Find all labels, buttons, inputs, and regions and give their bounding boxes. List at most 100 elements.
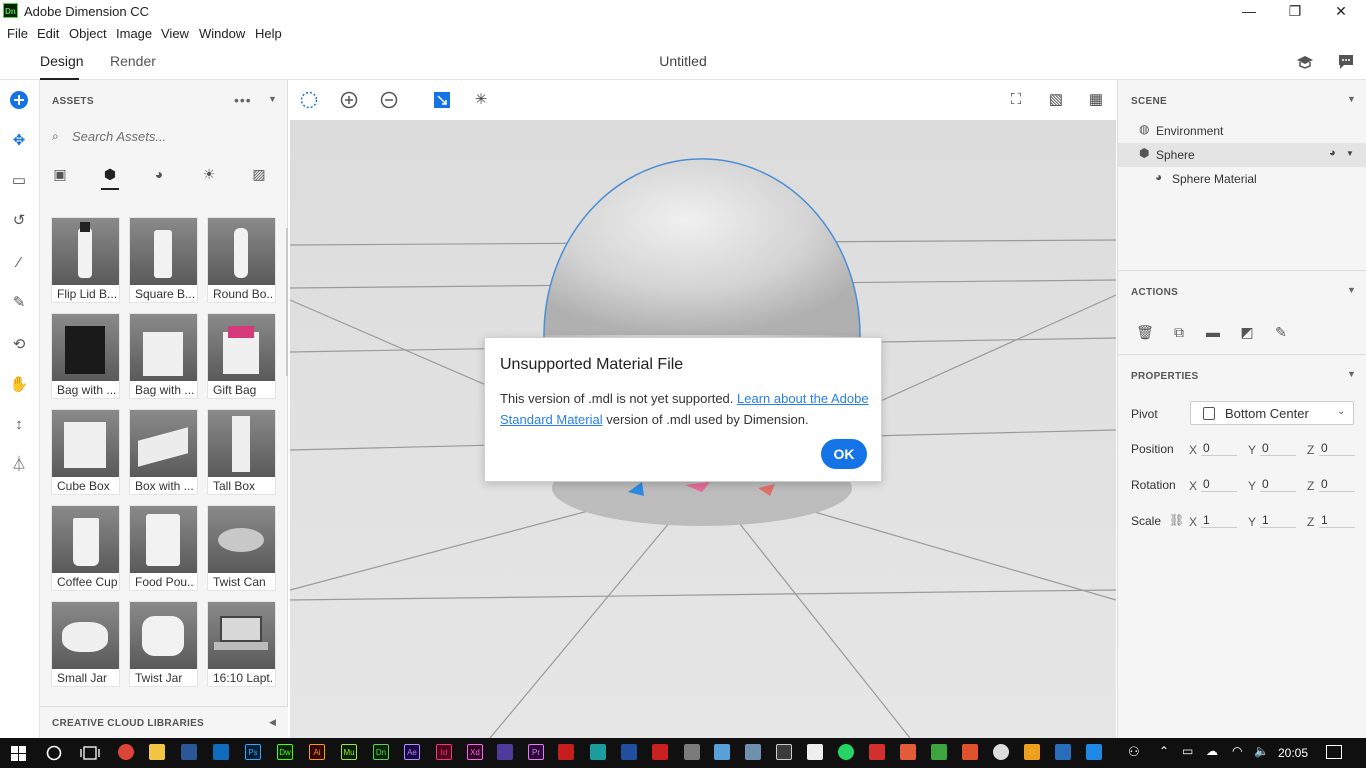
cortana-icon[interactable] bbox=[46, 745, 62, 761]
orbit-camera-icon[interactable]: ⟲ bbox=[8, 334, 30, 356]
people-icon[interactable]: ⚇ bbox=[1128, 744, 1140, 760]
maximize-button[interactable]: ❐ bbox=[1272, 0, 1318, 22]
actions-collapse-icon[interactable]: ▼ bbox=[1347, 285, 1356, 295]
add-content-icon[interactable] bbox=[10, 91, 28, 109]
menu-object[interactable]: Object bbox=[69, 26, 107, 41]
expand-icon[interactable]: ▼ bbox=[1346, 149, 1354, 158]
battery-icon[interactable]: ▭ bbox=[1182, 744, 1193, 758]
illustrator-icon[interactable]: Ai bbox=[309, 744, 325, 760]
scale-y-input[interactable]: 1 bbox=[1260, 513, 1296, 528]
app-icon-8[interactable] bbox=[869, 744, 885, 760]
app-icon-5[interactable] bbox=[684, 744, 700, 760]
position-y-input[interactable]: 0 bbox=[1260, 441, 1296, 456]
more-options-icon[interactable]: ••• bbox=[234, 92, 252, 108]
chevron-left-icon[interactable]: ◀ bbox=[269, 717, 276, 728]
images-icon[interactable]: ▨ bbox=[249, 166, 269, 186]
scene-item-sphere[interactable]: ⬢ Sphere ◕ ▼ bbox=[1118, 143, 1366, 167]
asset-tile[interactable]: Bag with ... bbox=[51, 313, 120, 399]
clock[interactable]: 20:05 bbox=[1278, 746, 1308, 760]
chevron-up-icon[interactable]: ⌃ bbox=[1159, 744, 1169, 758]
asset-tile[interactable]: Coffee Cup bbox=[51, 505, 120, 591]
rotation-y-input[interactable]: 0 bbox=[1260, 477, 1296, 492]
group-icon[interactable]: ▬ bbox=[1204, 324, 1222, 342]
app-icon-14[interactable] bbox=[1055, 744, 1071, 760]
app-icon-11[interactable] bbox=[962, 744, 978, 760]
rotation-x-input[interactable]: 0 bbox=[1201, 477, 1237, 492]
menu-file[interactable]: File bbox=[7, 26, 28, 41]
cc-libraries-bar[interactable]: CREATIVE CLOUD LIBRARIES ◀ bbox=[40, 706, 288, 738]
app-icon-12[interactable] bbox=[993, 744, 1009, 760]
wifi-icon[interactable]: ◠ bbox=[1232, 744, 1242, 758]
search-field[interactable]: ⌕ Search Assets... bbox=[48, 124, 278, 148]
menu-view[interactable]: View bbox=[161, 26, 189, 41]
scene-collapse-icon[interactable]: ▼ bbox=[1347, 94, 1356, 104]
mail-icon[interactable] bbox=[807, 744, 823, 760]
materials-icon[interactable]: ◕ bbox=[149, 166, 169, 186]
camera-bookmark-icon[interactable]: ▧ bbox=[1046, 90, 1066, 110]
learn-icon[interactable] bbox=[1296, 54, 1314, 70]
app-icon-4[interactable] bbox=[621, 744, 637, 760]
scene-item-environment[interactable]: ◍ Environment bbox=[1118, 119, 1366, 143]
asset-tile[interactable]: Gift Bag bbox=[207, 313, 276, 399]
windows-start-icon[interactable] bbox=[11, 746, 26, 761]
dreamweaver-icon[interactable]: Dw bbox=[277, 744, 293, 760]
menu-help[interactable]: Help bbox=[255, 26, 282, 41]
asset-tile[interactable]: 16:10 Lapt... bbox=[207, 601, 276, 687]
models-icon[interactable]: ⬢ bbox=[100, 166, 120, 186]
file-explorer-icon[interactable] bbox=[149, 744, 165, 760]
app-icon-13[interactable] bbox=[1024, 744, 1040, 760]
pivot-select[interactable]: Bottom Center ⌄ bbox=[1190, 401, 1354, 425]
asset-tile[interactable]: Cube Box bbox=[51, 409, 120, 495]
place-on-ground-icon[interactable]: ◩ bbox=[1238, 324, 1256, 342]
render-preview-icon[interactable]: ▦ bbox=[1086, 90, 1106, 110]
task-view-icon[interactable] bbox=[80, 746, 100, 760]
properties-collapse-icon[interactable]: ▼ bbox=[1347, 369, 1356, 379]
app-icon-1[interactable] bbox=[213, 744, 229, 760]
filezilla-icon[interactable] bbox=[652, 744, 668, 760]
scale-z-input[interactable]: 1 bbox=[1319, 513, 1355, 528]
close-button[interactable]: ✕ bbox=[1318, 0, 1364, 22]
assets-scrollbar[interactable] bbox=[286, 228, 288, 376]
acrobat-icon[interactable] bbox=[558, 744, 574, 760]
after-effects-icon[interactable]: Ae bbox=[404, 744, 420, 760]
asset-tile[interactable]: Twist Jar bbox=[129, 601, 198, 687]
menu-window[interactable]: Window bbox=[199, 26, 245, 41]
pan-camera-icon[interactable]: ✋ bbox=[8, 374, 30, 396]
duplicate-icon[interactable]: ⧉ bbox=[1170, 324, 1188, 342]
feedback-icon[interactable] bbox=[1338, 54, 1354, 70]
app-icon-9[interactable] bbox=[900, 744, 916, 760]
menu-edit[interactable]: Edit bbox=[37, 26, 59, 41]
chrome-icon[interactable] bbox=[118, 744, 134, 760]
search-input[interactable]: Search Assets... bbox=[72, 129, 166, 144]
link-proportions-icon[interactable]: ⛓ bbox=[1169, 513, 1184, 527]
horizon-tool-icon[interactable]: ⏃ bbox=[8, 454, 30, 476]
app-icon-15[interactable] bbox=[1086, 744, 1102, 760]
fit-view-icon[interactable]: ⛶ bbox=[1006, 90, 1026, 110]
orbit-tool-icon[interactable]: ↺ bbox=[8, 210, 30, 232]
delete-icon[interactable]: 🗑 bbox=[1136, 324, 1154, 342]
magic-select-icon[interactable]: ▭ bbox=[8, 170, 30, 192]
app-icon-6[interactable] bbox=[714, 744, 730, 760]
magic-wand-icon[interactable]: ⁄ bbox=[8, 252, 30, 274]
whatsapp-icon[interactable] bbox=[838, 744, 854, 760]
select-tool-icon[interactable]: ✥ bbox=[8, 130, 30, 152]
eyedropper-icon[interactable]: ✎ bbox=[8, 292, 30, 314]
app-icon-7[interactable] bbox=[745, 744, 761, 760]
asset-tile[interactable]: Bag with ... bbox=[129, 313, 198, 399]
app-icon-10[interactable] bbox=[931, 744, 947, 760]
store-icon[interactable] bbox=[181, 744, 197, 760]
position-x-input[interactable]: 0 bbox=[1201, 441, 1237, 456]
asset-tile[interactable]: Box with ... bbox=[129, 409, 198, 495]
dolly-camera-icon[interactable]: ↕ bbox=[8, 414, 30, 436]
panel-collapse-icon[interactable]: ▼ bbox=[268, 94, 277, 104]
premiere-icon[interactable]: Pr bbox=[528, 744, 544, 760]
select-faces-icon[interactable] bbox=[433, 91, 451, 109]
notifications-icon[interactable] bbox=[1326, 745, 1342, 759]
asset-tile[interactable]: Food Pou... bbox=[129, 505, 198, 591]
all-assets-icon[interactable]: ▣ bbox=[50, 166, 70, 186]
xd-icon[interactable]: Xd bbox=[467, 744, 483, 760]
menu-image[interactable]: Image bbox=[116, 26, 152, 41]
asset-tile[interactable]: Small Jar bbox=[51, 601, 120, 687]
ok-button[interactable]: OK bbox=[821, 439, 867, 469]
scene-item-material[interactable]: ◕ Sphere Material bbox=[1118, 167, 1366, 191]
